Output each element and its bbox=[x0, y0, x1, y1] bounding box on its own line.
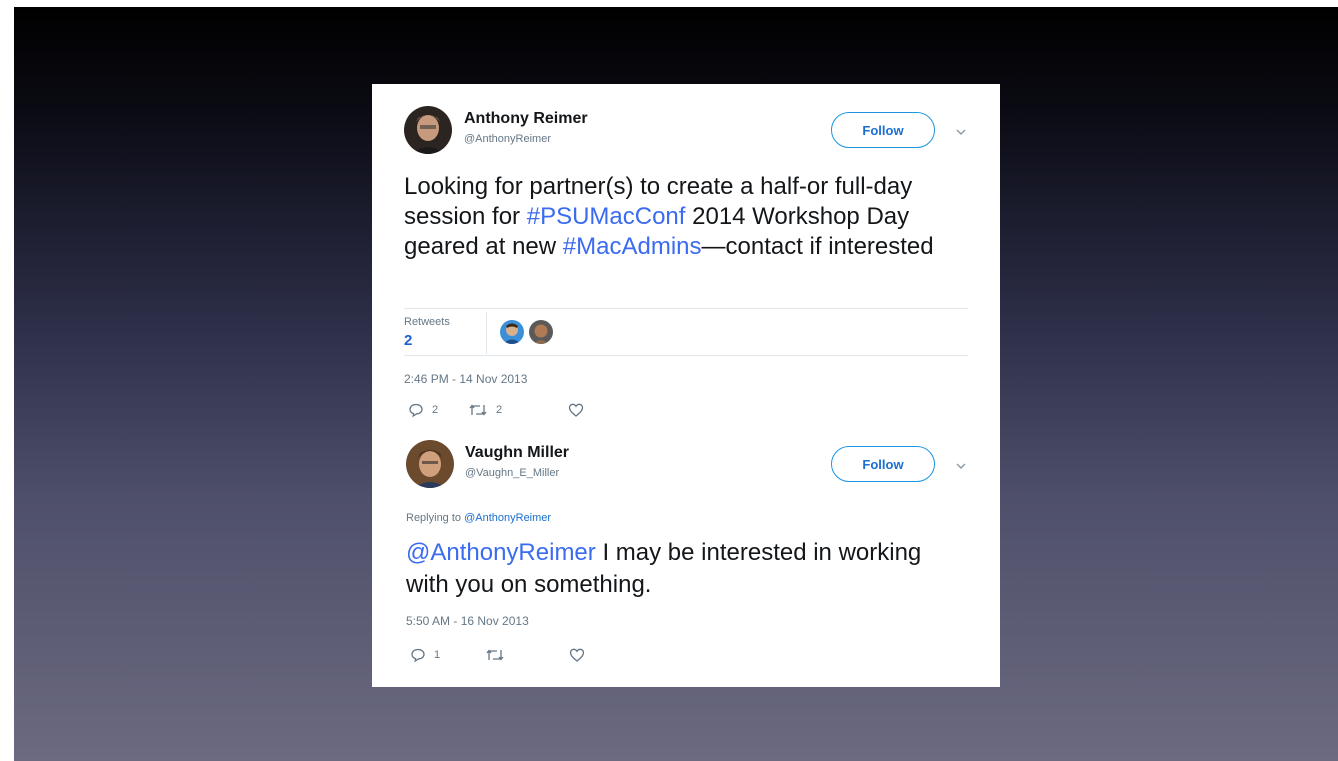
follow-button[interactable]: Follow bbox=[831, 446, 935, 482]
reply-action[interactable]: 2 bbox=[408, 402, 438, 418]
reply-text: @AnthonyReimer I may be interested in wo… bbox=[406, 537, 966, 601]
divider bbox=[404, 355, 968, 356]
retweets-count[interactable]: 2 bbox=[404, 332, 412, 349]
follow-button[interactable]: Follow bbox=[831, 112, 935, 148]
reply-count: 1 bbox=[434, 649, 441, 661]
retweeter-avatar[interactable] bbox=[500, 320, 524, 344]
retweet-count: 2 bbox=[496, 404, 503, 416]
like-action[interactable] bbox=[568, 402, 592, 418]
heart-icon bbox=[569, 648, 585, 662]
anthony-handle[interactable]: @AnthonyReimer bbox=[464, 133, 551, 145]
retweet-action[interactable]: 2 bbox=[468, 402, 502, 418]
reply-action[interactable]: 1 bbox=[410, 647, 440, 663]
replying-to: Replying to @AnthonyReimer bbox=[406, 512, 551, 524]
chevron-down-icon[interactable] bbox=[954, 125, 968, 139]
reply-count: 2 bbox=[432, 404, 439, 416]
vaughn-handle[interactable]: @Vaughn_E_Miller bbox=[465, 467, 559, 479]
retweeter-avatar[interactable] bbox=[529, 320, 553, 344]
chevron-down-icon[interactable] bbox=[954, 459, 968, 473]
like-action[interactable] bbox=[569, 647, 593, 663]
retweet-icon bbox=[469, 404, 487, 416]
hashtag-link[interactable]: #PSUMacConf bbox=[527, 203, 686, 230]
divider bbox=[404, 308, 968, 309]
vaughn-name[interactable]: Vaughn Miller bbox=[465, 444, 569, 462]
anthony-name[interactable]: Anthony Reimer bbox=[464, 110, 588, 128]
hashtag-link[interactable]: #MacAdmins bbox=[563, 233, 702, 260]
heart-icon bbox=[568, 403, 584, 417]
retweets-label[interactable]: Retweets bbox=[404, 316, 450, 328]
reply-icon bbox=[409, 403, 423, 418]
tweet-text-part: —contact if interested bbox=[701, 233, 934, 260]
vaughn-avatar[interactable] bbox=[406, 440, 454, 488]
reply-timestamp[interactable]: 5:50 AM - 16 Nov 2013 bbox=[406, 614, 529, 628]
vertical-divider bbox=[486, 312, 487, 354]
tweet-text: Looking for partner(s) to create a half-… bbox=[404, 172, 984, 262]
mention-link[interactable]: @AnthonyReimer bbox=[406, 539, 596, 566]
replying-to-link[interactable]: @AnthonyReimer bbox=[464, 512, 551, 524]
tweet-timestamp[interactable]: 2:46 PM - 14 Nov 2013 bbox=[404, 372, 527, 386]
retweet-icon bbox=[486, 649, 504, 661]
retweet-action[interactable] bbox=[485, 647, 513, 663]
tweet-card: Anthony Reimer @AnthonyReimer Follow Loo… bbox=[372, 84, 1000, 687]
replying-prefix: Replying to bbox=[406, 512, 465, 524]
anthony-avatar[interactable] bbox=[404, 106, 452, 154]
reply-icon bbox=[411, 648, 425, 663]
